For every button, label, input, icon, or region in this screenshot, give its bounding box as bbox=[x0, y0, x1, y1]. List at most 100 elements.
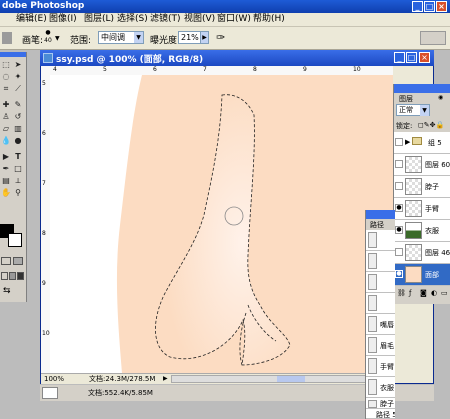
eye-icon[interactable]: ● bbox=[395, 226, 403, 234]
doc-close-icon[interactable]: × bbox=[419, 52, 430, 63]
layer-row[interactable]: ▶ 组 5 bbox=[394, 132, 450, 154]
crop-tool-icon[interactable]: ⌗ bbox=[1, 84, 11, 94]
zoom-level[interactable]: 100% bbox=[44, 374, 64, 384]
path-row[interactable]: 手臂 bbox=[366, 356, 395, 377]
adjustment-layer-icon[interactable]: ◐ bbox=[431, 287, 437, 299]
layer-row[interactable]: 图层 60 bbox=[394, 154, 450, 176]
lock-icons[interactable]: ◻✎✥🔒 bbox=[418, 121, 444, 129]
zoom-tool-icon[interactable]: ⚲ bbox=[13, 188, 23, 198]
slice-tool-icon[interactable]: ⟋ bbox=[13, 84, 23, 94]
menu-filter[interactable]: 滤镜(T) bbox=[150, 14, 181, 25]
path-row[interactable] bbox=[366, 293, 395, 314]
background-color-swatch[interactable] bbox=[8, 233, 22, 247]
minimize-icon[interactable]: _ bbox=[412, 1, 423, 12]
visibility-toggle[interactable] bbox=[395, 182, 403, 190]
path-row[interactable]: 眉毛 bbox=[366, 335, 395, 356]
ruler-top-label: 9 bbox=[303, 66, 307, 73]
screen-mode-full-icon[interactable] bbox=[17, 272, 24, 280]
marquee-tool-icon[interactable]: ⬚ bbox=[1, 60, 11, 70]
eye-icon[interactable]: ● bbox=[395, 204, 403, 212]
magic-wand-tool-icon[interactable]: ✦ bbox=[13, 72, 23, 82]
history-brush-tool-icon[interactable]: ↺ bbox=[13, 112, 23, 122]
close-icon[interactable]: × bbox=[436, 1, 447, 12]
move-tool-icon[interactable]: ➤ bbox=[13, 60, 23, 70]
standard-mode-icon[interactable] bbox=[1, 257, 11, 265]
screen-mode-full-menu-icon[interactable] bbox=[9, 272, 16, 280]
type-tool-icon[interactable]: T bbox=[13, 152, 23, 162]
brush-picker[interactable]: ● 40 bbox=[42, 29, 54, 47]
doc-minimize-icon[interactable]: _ bbox=[394, 52, 405, 63]
paths-tab[interactable]: 路径 bbox=[370, 220, 384, 230]
path-row[interactable]: 路径 5 bbox=[366, 409, 395, 419]
dodge-tool-icon[interactable]: ● bbox=[13, 136, 23, 146]
hand-tool-icon[interactable]: ✋ bbox=[1, 188, 11, 198]
brush-dot-icon: ● bbox=[45, 29, 51, 36]
canvas[interactable] bbox=[50, 75, 393, 373]
shape-tool-icon[interactable]: □ bbox=[13, 164, 23, 174]
path-selection-tool-icon[interactable]: ▶ bbox=[1, 152, 11, 162]
path-row[interactable]: 衣服 bbox=[366, 377, 395, 398]
path-row[interactable] bbox=[366, 272, 395, 293]
range-select[interactable]: 中间调 ▼ bbox=[98, 31, 144, 44]
layer-row[interactable]: 图层 46 ... bbox=[394, 242, 450, 264]
blur-tool-icon[interactable]: 💧 bbox=[1, 136, 11, 146]
status-arrow-icon[interactable]: ▶ bbox=[163, 375, 169, 383]
layer-thumbnail bbox=[405, 222, 422, 239]
zoom-field[interactable] bbox=[42, 387, 58, 399]
layer-row-selected[interactable]: ● 面部 bbox=[394, 264, 450, 286]
menu-window[interactable]: 窗口(W) bbox=[217, 14, 251, 25]
link-layers-icon[interactable]: ⛓ bbox=[397, 287, 406, 299]
airbrush-icon[interactable]: ✑ bbox=[216, 31, 230, 45]
menu-edit[interactable]: 编辑(E) bbox=[16, 14, 47, 25]
blend-mode-select[interactable]: 正常 ▼ bbox=[396, 104, 430, 116]
eye-icon[interactable]: ● bbox=[395, 270, 403, 278]
layers-tab[interactable]: 图层 bbox=[399, 94, 413, 104]
layer-mask-icon[interactable]: ◙ bbox=[420, 287, 427, 299]
path-row[interactable]: 嘴唇 bbox=[366, 314, 395, 335]
visibility-toggle[interactable] bbox=[395, 248, 403, 256]
notes-tool-icon[interactable]: ▤ bbox=[1, 176, 11, 186]
quick-mask-icon[interactable] bbox=[13, 257, 23, 265]
ruler-top-label: 7 bbox=[203, 66, 207, 73]
tool-preset-icon[interactable] bbox=[2, 32, 12, 44]
screen-mode-standard-icon[interactable] bbox=[1, 272, 8, 280]
menu-select[interactable]: 选择(S) bbox=[117, 14, 148, 25]
horizontal-scrollbar[interactable] bbox=[171, 375, 383, 383]
path-name: 手臂 bbox=[380, 363, 394, 371]
eyedropper-tool-icon[interactable]: ⟂ bbox=[13, 176, 23, 186]
path-thumbnail bbox=[368, 379, 377, 395]
artwork bbox=[116, 75, 393, 373]
doc-maximize-icon[interactable]: □ bbox=[406, 52, 417, 63]
menu-help[interactable]: 帮助(H) bbox=[253, 14, 285, 25]
pen-tool-icon[interactable]: ✒ bbox=[1, 164, 11, 174]
layer-row[interactable]: 脖子 bbox=[394, 176, 450, 198]
healing-brush-tool-icon[interactable]: ✚ bbox=[1, 100, 11, 110]
path-row[interactable] bbox=[366, 230, 395, 251]
panel-menu-icon[interactable]: ◉ bbox=[438, 94, 448, 102]
clone-stamp-tool-icon[interactable]: ♙ bbox=[1, 112, 11, 122]
brush-tool-icon[interactable]: ✎ bbox=[13, 100, 23, 110]
new-group-icon[interactable]: ▭ bbox=[441, 287, 448, 299]
menu-layer[interactable]: 图层(L) bbox=[84, 14, 114, 25]
visibility-toggle[interactable] bbox=[395, 160, 403, 168]
horizontal-scroll-thumb[interactable] bbox=[277, 376, 305, 382]
imageready-icon[interactable]: ⇆ bbox=[3, 286, 23, 296]
lasso-tool-icon[interactable]: ◌ bbox=[1, 72, 11, 82]
maximize-icon[interactable]: □ bbox=[424, 1, 435, 12]
menu-bar: 编辑(E) 图像(I) 图层(L) 选择(S) 滤镜(T) 视图(V) 窗口(W… bbox=[0, 13, 450, 27]
layer-row[interactable]: ● 手臂 bbox=[394, 198, 450, 220]
visibility-toggle[interactable] bbox=[395, 138, 403, 146]
eraser-tool-icon[interactable]: ▱ bbox=[1, 124, 11, 134]
brush-dropdown-icon[interactable]: ▼ bbox=[55, 35, 60, 42]
brush-size: 40 bbox=[44, 37, 52, 44]
path-row[interactable] bbox=[366, 251, 395, 272]
menu-view[interactable]: 视图(V) bbox=[184, 14, 215, 25]
layer-style-icon[interactable]: ƒ bbox=[409, 287, 411, 299]
gradient-tool-icon[interactable]: ▥ bbox=[13, 124, 23, 134]
palette-well[interactable] bbox=[420, 31, 446, 45]
expand-triangle-icon[interactable]: ▶ bbox=[405, 138, 410, 146]
layer-row[interactable]: ● 衣服 bbox=[394, 220, 450, 242]
path-row[interactable]: 脖子 bbox=[366, 398, 395, 409]
exposure-slider-icon[interactable]: ▶ bbox=[200, 31, 209, 44]
menu-image[interactable]: 图像(I) bbox=[49, 14, 77, 25]
